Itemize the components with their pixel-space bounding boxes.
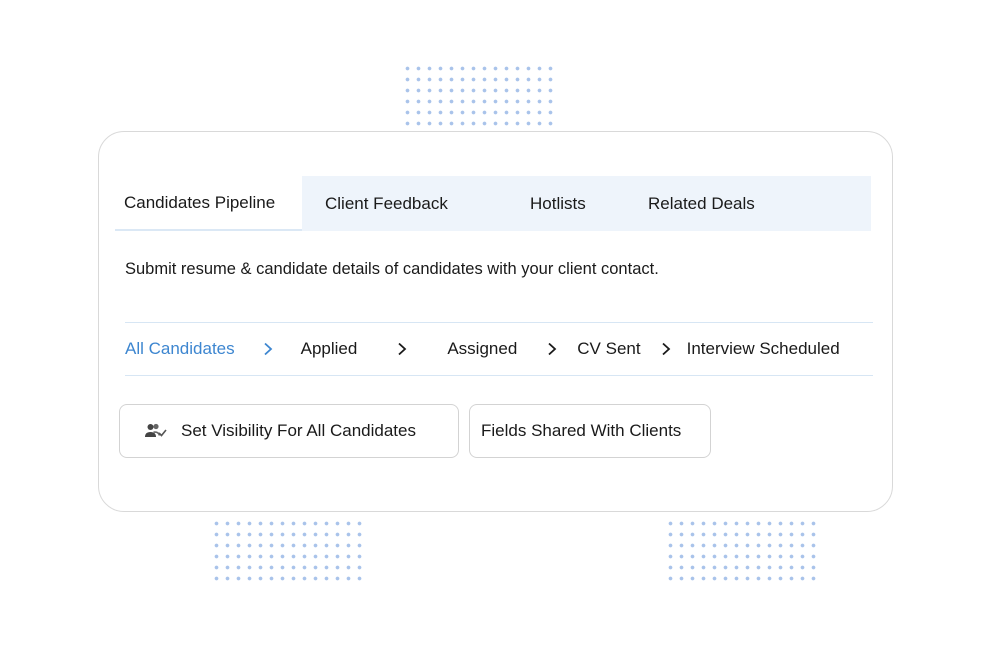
pipeline-stages: All Candidates Applied Assigned CV Sent … [125,322,873,376]
set-visibility-button[interactable]: Set Visibility For All Candidates [119,404,459,458]
tab-label: Related Deals [648,193,755,213]
decorative-dot-grid-top [402,63,556,129]
tab-label: Candidates Pipeline [124,192,276,212]
fields-shared-label: Fields Shared With Clients [481,421,682,440]
tab-candidates-pipeline[interactable]: Candidates Pipeline [115,176,302,231]
inactive-tab-strip: Client Feedback Hotlists Related Deals [302,176,871,231]
tab-hotlists[interactable]: Hotlists [508,176,648,231]
stage-cv-sent[interactable]: CV Sent [577,339,640,359]
stage-interview-scheduled[interactable]: Interview Scheduled [687,339,840,359]
decorative-dot-grid-bottom-right [665,518,819,584]
chevron-right-icon [659,339,673,359]
stage-applied[interactable]: Applied [301,339,358,359]
chevron-right-icon [261,339,275,359]
users-check-icon [144,422,168,440]
candidates-card: Candidates Pipeline Client Feedback Hotl… [98,131,893,512]
tab-label: Hotlists [530,193,586,213]
description-text: Submit resume & candidate details of can… [125,260,659,278]
stage-assigned[interactable]: Assigned [447,339,517,359]
stage-all-candidates[interactable]: All Candidates [125,339,235,359]
tab-bar: Candidates Pipeline Client Feedback Hotl… [115,176,871,231]
chevron-right-icon [545,339,559,359]
tab-label: Client Feedback [325,193,448,213]
decorative-dot-grid-bottom-left [211,518,365,584]
set-visibility-label: Set Visibility For All Candidates [181,421,416,440]
tab-related-deals[interactable]: Related Deals [648,176,755,231]
fields-shared-button[interactable]: Fields Shared With Clients [469,404,711,458]
tab-client-feedback[interactable]: Client Feedback [302,176,508,231]
chevron-right-icon [395,339,409,359]
